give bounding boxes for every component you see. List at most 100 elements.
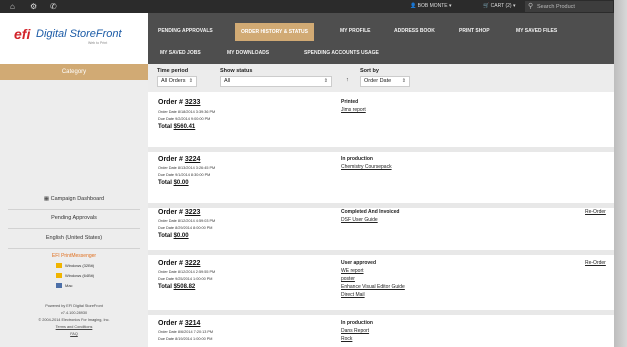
job-link[interactable]: Chemistry Coursepack bbox=[341, 164, 392, 171]
order-row: Order # 3233 Order Date 8/18/2014 3:39:3… bbox=[148, 92, 614, 147]
order-link[interactable]: 3224 bbox=[185, 156, 201, 163]
top-bar: ⌂ ⚙ ✆ 👤 BOB MONTE ▾ 🛒 CART (2) ▾ ⚲ bbox=[0, 0, 614, 13]
order-date: Order Date 8/12/2014 4:59:03 PM bbox=[158, 219, 216, 223]
order-status: Printed bbox=[341, 99, 359, 105]
due-date: Due Date 9/1/2014 8:30:00 PM bbox=[158, 173, 211, 177]
download-windows-32[interactable]: Windows (32Bit) bbox=[56, 262, 94, 269]
job-link[interactable]: Dans Report bbox=[341, 328, 369, 335]
time-period-select[interactable]: All Orders ⇕ bbox=[157, 76, 197, 87]
total-label: Total bbox=[158, 233, 174, 239]
sort-direction-toggle[interactable]: ↑ bbox=[346, 76, 356, 87]
order-link[interactable]: 3223 bbox=[185, 209, 201, 216]
language-selector[interactable]: English (United States) bbox=[0, 234, 148, 242]
order-number: Order # 3224 bbox=[158, 155, 200, 164]
terms-link[interactable]: Terms and Conditions bbox=[0, 324, 148, 330]
browser-window: ⌂ ⚙ ✆ 👤 BOB MONTE ▾ 🛒 CART (2) ▾ ⚲ efi D… bbox=[0, 0, 614, 347]
divider bbox=[8, 248, 140, 249]
filter-bar: Time period All Orders ⇕ Show status All ⇕… bbox=[148, 64, 614, 92]
download-windows-64[interactable]: Windows (64Bit) bbox=[56, 272, 94, 279]
nav-pending-approvals[interactable]: PENDING APPROVALS bbox=[152, 23, 219, 39]
reorder-link[interactable]: Re-Order bbox=[585, 260, 606, 267]
sort-by-label: Sort by bbox=[360, 68, 379, 74]
job-link[interactable]: DSF User Guide bbox=[341, 217, 378, 224]
select-value: All Orders bbox=[161, 78, 186, 84]
windows-icon bbox=[56, 273, 62, 279]
footer-version: v7.4.100.28930 bbox=[60, 311, 88, 315]
job-link[interactable]: Enhance Visual Editor Guide bbox=[341, 284, 405, 291]
nav-my-downloads[interactable]: MY DOWNLOADS bbox=[221, 45, 275, 61]
total-link[interactable]: $560.41 bbox=[174, 124, 196, 130]
order-row: Order # 3214 Order Date 8/6/2014 7:20:13… bbox=[148, 315, 614, 347]
job-link[interactable]: WE report bbox=[341, 268, 364, 275]
nav-my-saved-jobs[interactable]: MY SAVED JOBS bbox=[154, 45, 207, 61]
total-link[interactable]: $0.00 bbox=[174, 180, 189, 186]
job-link[interactable]: Rock bbox=[341, 336, 352, 343]
cart-label: CART (2) bbox=[490, 3, 512, 9]
reorder-link[interactable]: Re-Order bbox=[585, 209, 606, 216]
job-link[interactable]: poster bbox=[341, 276, 355, 283]
order-link[interactable]: 3233 bbox=[185, 99, 201, 106]
order-number: Order # 3214 bbox=[158, 319, 200, 328]
order-prefix: Order # bbox=[158, 156, 185, 163]
total-link[interactable]: $0.00 bbox=[174, 233, 189, 239]
footer-powered-by: Powered by EFI Digital StoreFront bbox=[45, 304, 103, 308]
logo-efi: efi bbox=[14, 26, 31, 42]
download-label: Windows (32Bit) bbox=[65, 263, 95, 268]
nav-spending-accounts-usage[interactable]: SPENDING ACCOUNTS USAGE bbox=[298, 45, 385, 61]
windows-icon bbox=[56, 263, 62, 269]
divider bbox=[8, 228, 140, 229]
order-link[interactable]: 3222 bbox=[185, 260, 201, 267]
order-link[interactable]: 3214 bbox=[185, 320, 201, 327]
order-prefix: Order # bbox=[158, 209, 185, 216]
order-total: Total $0.00 bbox=[158, 232, 189, 240]
logo-name: Digital StoreFront bbox=[36, 28, 122, 40]
nav-address-book[interactable]: ADDRESS BOOK bbox=[388, 23, 441, 39]
order-total: Total $508.82 bbox=[158, 283, 195, 291]
order-status: Completed And Invoiced bbox=[341, 209, 400, 215]
logo[interactable]: efi Digital StoreFront Web to Print bbox=[0, 13, 148, 64]
user-menu[interactable]: 👤 BOB MONTE ▾ bbox=[410, 2, 452, 11]
nav-order-history-status[interactable]: ORDER HISTORY & STATUS bbox=[235, 23, 314, 41]
nav-print-shop[interactable]: PRINT SHOP bbox=[453, 23, 496, 39]
time-period-label: Time period bbox=[157, 68, 189, 74]
order-status: In production bbox=[341, 156, 373, 162]
download-mac[interactable]: Mac bbox=[56, 282, 73, 289]
order-number: Order # 3223 bbox=[158, 208, 200, 217]
sidebar-item-pending-approvals[interactable]: Pending Approvals bbox=[0, 214, 148, 222]
order-prefix: Order # bbox=[158, 320, 185, 327]
main-nav: PENDING APPROVALS ORDER HISTORY & STATUS… bbox=[148, 13, 614, 64]
order-status: User approved bbox=[341, 260, 377, 266]
user-name: BOB MONTE bbox=[417, 3, 448, 9]
order-history-panel: Time period All Orders ⇕ Show status All ⇕… bbox=[148, 64, 614, 347]
home-icon[interactable]: ⌂ bbox=[10, 1, 15, 12]
sidebar: efi Digital StoreFront Web to Print Cate… bbox=[0, 13, 148, 347]
sort-by-select[interactable]: Order Date ⇕ bbox=[360, 76, 410, 87]
job-link[interactable]: Direct Mail bbox=[341, 292, 365, 299]
chevron-down-icon: ⇕ bbox=[323, 78, 328, 84]
order-row: Order # 3223 Order Date 8/12/2014 4:59:0… bbox=[148, 208, 614, 256]
show-status-select[interactable]: All ⇕ bbox=[220, 76, 332, 87]
due-date: Due Date 9/2/2014 9:00:00 PM bbox=[158, 117, 211, 121]
nav-my-saved-files[interactable]: MY SAVED FILES bbox=[510, 23, 563, 39]
due-date: Due Date 8/19/2014 1:00:00 PM bbox=[158, 337, 213, 341]
gear-icon[interactable]: ⚙ bbox=[30, 1, 37, 12]
print-messenger-title: EFI PrintMessenger bbox=[51, 253, 97, 259]
phone-icon[interactable]: ✆ bbox=[50, 1, 57, 12]
divider bbox=[8, 209, 140, 210]
total-label: Total bbox=[158, 180, 174, 186]
search-input[interactable] bbox=[537, 1, 611, 12]
cart-link[interactable]: 🛒 CART (2) ▾ bbox=[483, 2, 515, 11]
order-status: In production bbox=[341, 320, 373, 326]
order-prefix: Order # bbox=[158, 99, 185, 106]
total-link[interactable]: $508.82 bbox=[174, 284, 196, 290]
sidebar-item-campaign-dashboard[interactable]: ▦ Campaign Dashboard bbox=[0, 195, 148, 203]
job-link[interactable]: Jims report bbox=[341, 107, 366, 114]
faq-link[interactable]: FAQ bbox=[0, 331, 148, 337]
show-status-label: Show status bbox=[220, 68, 253, 74]
due-date: Due Date 9/25/2014 1:00:00 PM bbox=[158, 277, 213, 281]
order-date: Order Date 8/12/2014 2:59:55 PM bbox=[158, 270, 216, 274]
order-date: Order Date 8/6/2014 7:20:13 PM bbox=[158, 330, 214, 334]
order-prefix: Order # bbox=[158, 260, 185, 267]
category-header[interactable]: Category bbox=[0, 64, 148, 80]
nav-my-profile[interactable]: MY PROFILE bbox=[334, 23, 376, 39]
